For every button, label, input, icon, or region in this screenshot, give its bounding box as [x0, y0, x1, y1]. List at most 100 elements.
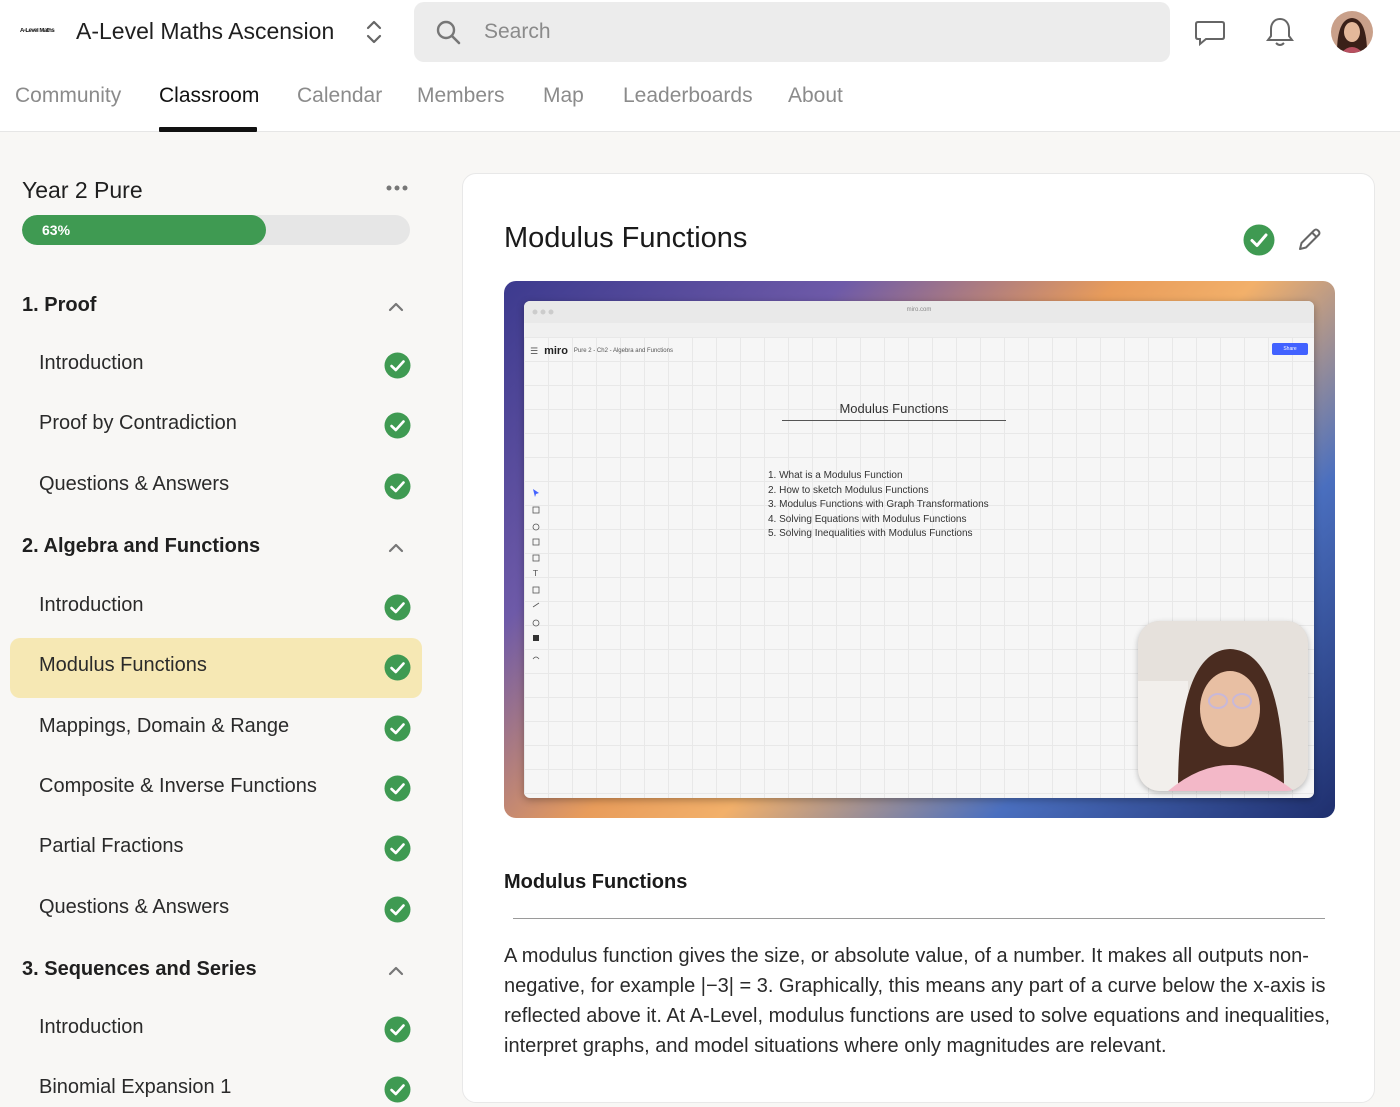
lesson-item[interactable]: Introduction	[10, 1000, 422, 1060]
community-switcher-button[interactable]	[360, 16, 388, 48]
check-circle-icon	[384, 654, 411, 681]
check-circle-icon	[384, 1016, 411, 1043]
board-topic: 1. What is a Modulus Function	[768, 470, 903, 481]
check-circle-icon	[384, 715, 411, 742]
content-heading: Modulus Functions	[504, 871, 688, 893]
chat-icon	[1195, 21, 1225, 47]
community-title[interactable]: A-Level Maths Ascension	[76, 16, 334, 46]
bell-icon	[1266, 17, 1294, 46]
lesson-panel: Modulus Functions miro.com ☰ miro Pure 2…	[462, 173, 1375, 1103]
browser-bar: miro.com	[524, 301, 1314, 337]
check-circle-icon	[384, 352, 411, 379]
logo-text: A-Level Maths	[20, 27, 55, 34]
user-avatar[interactable]	[1331, 11, 1373, 53]
search-icon	[436, 20, 461, 45]
whiteboard-toolbar: T	[532, 489, 540, 660]
check-circle-icon	[384, 775, 411, 802]
chevron-up-icon	[388, 966, 404, 976]
lesson-item-active[interactable]: Modulus Functions	[10, 638, 422, 698]
check-circle-icon	[384, 594, 411, 621]
tab-community[interactable]: Community	[15, 82, 121, 110]
progress-fill: 63%	[22, 215, 267, 245]
community-logo[interactable]: A-Level Maths	[20, 22, 58, 40]
check-circle-icon	[1243, 224, 1275, 256]
progress-label: 63%	[42, 222, 71, 238]
tab-about[interactable]: About	[788, 82, 843, 110]
section-title: 1. Proof	[22, 294, 97, 316]
browser-tabs	[524, 323, 1314, 337]
lesson-video[interactable]: miro.com ☰ miro Pure 2 - Ch2 - Algebra a…	[504, 281, 1335, 818]
lesson-item[interactable]: Questions & Answers	[10, 457, 422, 517]
svg-text:T: T	[532, 569, 538, 578]
lesson-label: Composite & Inverse Functions	[39, 775, 317, 797]
miro-menu-icon: ☰	[530, 345, 539, 356]
check-circle-icon	[384, 835, 411, 862]
tab-leaderboards[interactable]: Leaderboards	[623, 82, 753, 110]
lesson-label: Introduction	[39, 1016, 144, 1038]
lesson-label: Questions & Answers	[39, 896, 230, 918]
check-circle-icon	[384, 473, 411, 500]
course-options-button[interactable]	[384, 179, 410, 197]
lesson-label: Mappings, Domain & Range	[39, 715, 290, 737]
presenter-webcam	[1138, 621, 1308, 791]
chevron-up-icon	[388, 543, 404, 553]
browser-url: miro.com	[906, 307, 932, 313]
lesson-description: A modulus function gives the size, or ab…	[504, 945, 1331, 1057]
edit-lesson-button[interactable]	[1293, 224, 1325, 256]
pencil-icon	[1299, 228, 1321, 250]
miro-bar: ☰ miro Pure 2 - Ch2 - Algebra and Functi…	[530, 343, 673, 359]
more-icon	[386, 185, 408, 191]
board-title: Modulus Functions	[782, 401, 1006, 421]
chat-button[interactable]	[1192, 14, 1228, 50]
notifications-button[interactable]	[1262, 14, 1298, 50]
chevron-up-icon	[388, 302, 404, 312]
tab-members[interactable]: Members	[417, 82, 505, 110]
check-circle-icon	[384, 412, 411, 439]
lesson-label: Modulus Functions	[39, 654, 207, 676]
lesson-item[interactable]: Proof by Contradiction	[10, 396, 422, 456]
lesson-title: Modulus Functions	[504, 222, 748, 254]
lesson-label: Introduction	[39, 352, 144, 374]
lesson-item[interactable]: Partial Fractions	[10, 819, 422, 879]
lesson-item[interactable]: Mappings, Domain & Range	[10, 699, 422, 759]
content-divider	[513, 918, 1325, 919]
board-topic: 4. Solving Equations with Modulus Functi…	[768, 513, 967, 525]
section-title: 3. Sequences and Series	[22, 958, 257, 980]
section-title: 2. Algebra and Functions	[22, 535, 261, 557]
active-tab-indicator	[159, 127, 257, 132]
board-topic: 5. Solving Inequalities with Modulus Fun…	[768, 528, 973, 539]
window-controls-icon	[532, 309, 554, 315]
top-bar: A-Level Maths A-Level Maths Ascension Se…	[0, 0, 1400, 132]
lesson-label: Introduction	[39, 594, 144, 616]
check-circle-icon	[384, 1076, 411, 1103]
presenter-image	[1138, 621, 1308, 791]
search-bar[interactable]	[414, 2, 1170, 62]
tab-classroom[interactable]: Classroom	[159, 82, 259, 110]
mark-complete-button[interactable]	[1243, 224, 1275, 256]
check-circle-icon	[384, 896, 411, 923]
section-sequences-and-series[interactable]: 3. Sequences and Series	[22, 950, 422, 990]
section-algebra-and-functions[interactable]: 2. Algebra and Functions	[22, 527, 422, 567]
miro-app-name: miro	[544, 345, 568, 357]
search-input[interactable]	[484, 12, 1144, 52]
tab-calendar[interactable]: Calendar	[297, 82, 382, 110]
section-proof[interactable]: 1. Proof	[22, 286, 422, 326]
miro-board-crumb: Pure 2 - Ch2 - Algebra and Functions	[573, 348, 673, 354]
lesson-item[interactable]: Binomial Expansion 1	[10, 1060, 422, 1107]
miro-share-button: Share	[1272, 343, 1308, 355]
lesson-item[interactable]: Questions & Answers	[10, 880, 422, 940]
course-sidebar: Year 2 Pure 63% 1. Proof Introduction Pr…	[0, 133, 432, 1107]
video-screen: miro.com ☰ miro Pure 2 - Ch2 - Algebra a…	[524, 301, 1314, 798]
lesson-item[interactable]: Introduction	[10, 336, 422, 396]
board-topic: 2. How to sketch Modulus Functions	[768, 484, 929, 496]
board-topic: 3. Modulus Functions with Graph Transfor…	[768, 499, 989, 510]
lesson-label: Partial Fractions	[39, 835, 184, 857]
lesson-item[interactable]: Composite & Inverse Functions	[10, 759, 422, 819]
switcher-icon	[366, 20, 382, 44]
tab-map[interactable]: Map	[543, 82, 584, 110]
lesson-item[interactable]: Introduction	[10, 578, 422, 638]
avatar-image	[1331, 11, 1373, 53]
board-topic-list: 1. What is a Modulus Function 2. How to …	[768, 469, 989, 542]
course-progress-bar: 63%	[22, 215, 410, 245]
course-title: Year 2 Pure	[22, 177, 143, 203]
